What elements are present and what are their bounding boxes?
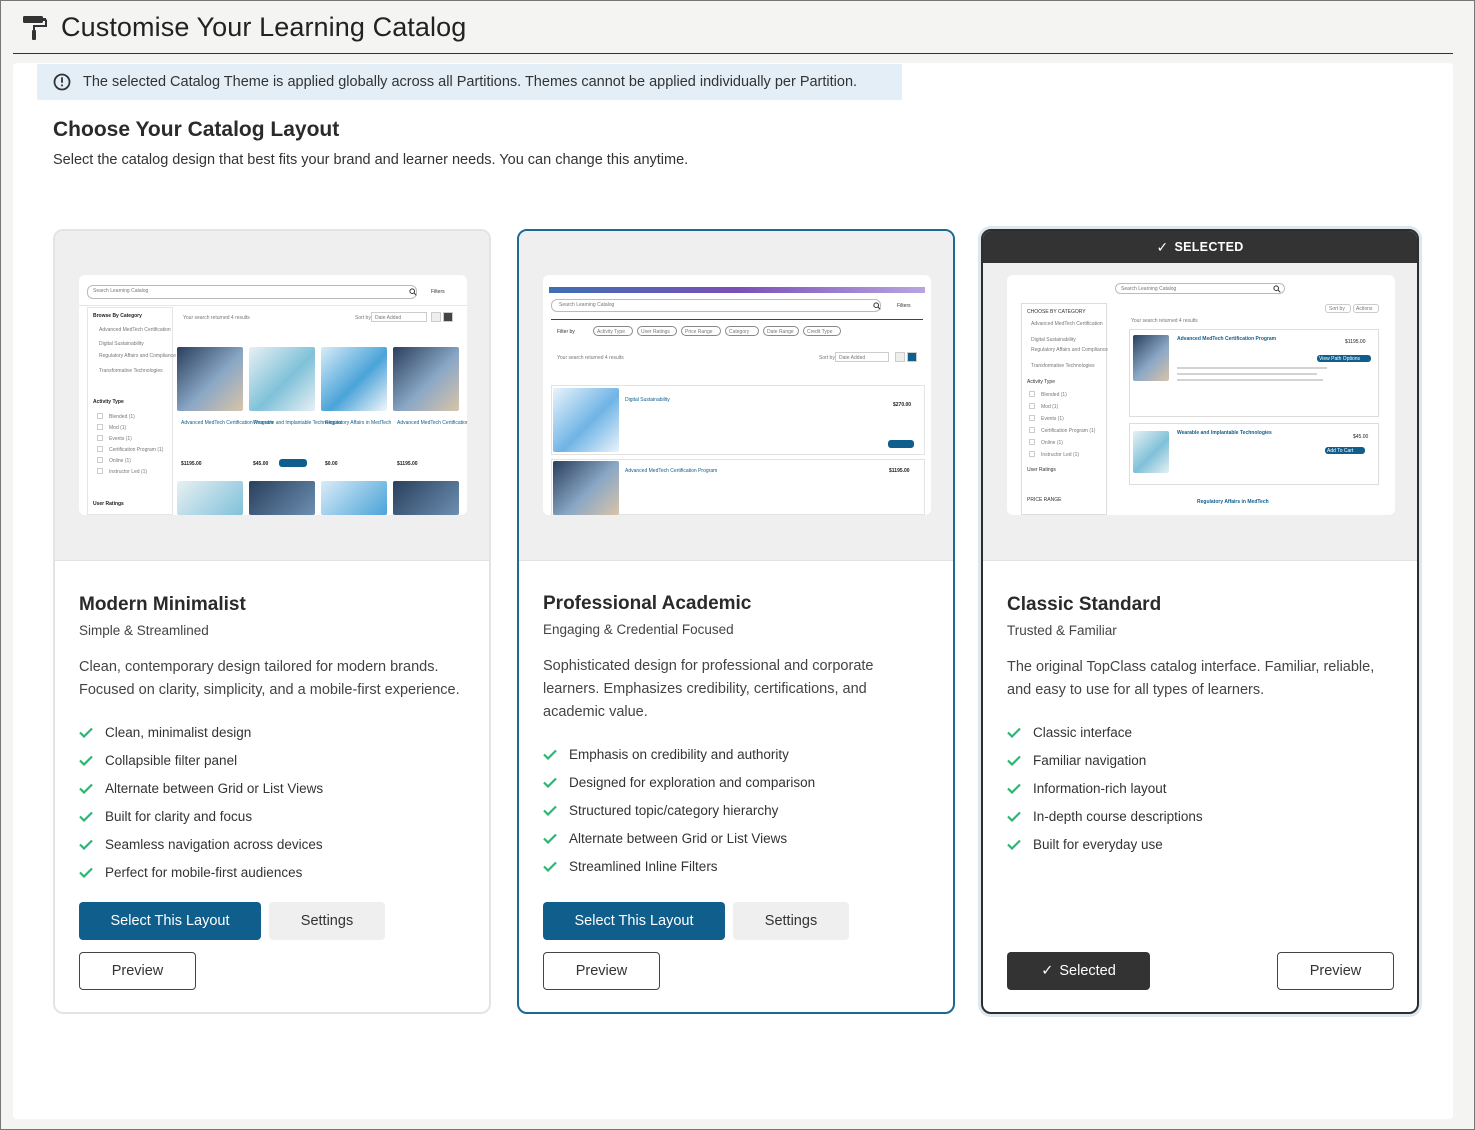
check-icon [79, 727, 93, 738]
card-title: Classic Standard [1007, 594, 1162, 615]
section-title: Choose Your Catalog Layout [53, 118, 340, 141]
check-icon [79, 839, 93, 850]
card-tagline: Engaging & Credential Focused [543, 622, 734, 637]
layout-card-modern-minimalist[interactable]: Search Learning Catalog Filters Browse B… [53, 229, 491, 1014]
feature-item: Structured topic/category hierarchy [543, 796, 815, 824]
check-icon [1007, 839, 1021, 850]
check-icon [543, 833, 557, 844]
card-description: Clean, contemporary design tailored for … [79, 659, 460, 698]
selected-button[interactable]: ✓ Selected [1007, 952, 1150, 990]
check-icon [79, 783, 93, 794]
info-icon [53, 73, 71, 91]
feature-item: Information-rich layout [1007, 774, 1203, 802]
paint-roller-icon [23, 16, 47, 40]
global-theme-notice: The selected Catalog Theme is applied gl… [37, 64, 902, 100]
feature-item: In-depth course descriptions [1007, 802, 1203, 830]
layout-preview-screenshot: Search Learning Catalog Sort by Actions … [1007, 275, 1395, 515]
page-title: Customise Your Learning Catalog [61, 11, 467, 42]
check-icon [543, 861, 557, 872]
feature-item: Built for everyday use [1007, 830, 1203, 858]
check-icon [1007, 811, 1021, 822]
select-layout-button[interactable]: Select This Layout [543, 902, 725, 940]
feature-item: Streamlined Inline Filters [543, 852, 815, 880]
preview-button[interactable]: Preview [543, 952, 660, 990]
feature-item: Classic interface [1007, 718, 1203, 746]
feature-item: Built for clarity and focus [79, 802, 323, 830]
preview-button[interactable]: Preview [79, 952, 196, 990]
feature-item: Clean, minimalist design [79, 718, 323, 746]
check-icon [1007, 755, 1021, 766]
layout-preview-area: Search Learning Catalog Sort by Actions … [983, 263, 1417, 561]
feature-item: Alternate between Grid or List Views [79, 774, 323, 802]
check-icon: ✓ [1041, 963, 1054, 979]
card-tagline: Simple & Streamlined [79, 623, 209, 638]
feature-item: Alternate between Grid or List Views [543, 824, 815, 852]
check-icon [543, 777, 557, 788]
main-panel: The selected Catalog Theme is applied gl… [13, 63, 1453, 1119]
layout-preview-area: Search Learning Catalog Filters Browse B… [55, 231, 489, 561]
card-description: The original TopClass catalog interface.… [1007, 659, 1375, 698]
check-icon [79, 755, 93, 766]
check-icon [1007, 727, 1021, 738]
check-icon [1007, 783, 1021, 794]
layout-preview-screenshot: Search Learning Catalog Filters Filter b… [543, 275, 931, 515]
feature-list: Classic interface Familiar navigation In… [1007, 718, 1203, 858]
feature-item: Emphasis on credibility and authority [543, 740, 815, 768]
settings-button[interactable]: Settings [269, 902, 385, 940]
notice-text: The selected Catalog Theme is applied gl… [83, 74, 858, 90]
card-description: Sophisticated design for professional an… [543, 658, 874, 720]
page-header: Customise Your Learning Catalog [13, 1, 1453, 54]
selected-banner: ✓ SELECTED [983, 231, 1417, 263]
check-icon [79, 811, 93, 822]
card-title: Professional Academic [543, 593, 752, 614]
layout-preview-area: Search Learning Catalog Filters Filter b… [519, 231, 953, 561]
feature-list: Clean, minimalist design Collapsible fil… [79, 718, 323, 886]
feature-item: Designed for exploration and comparison [543, 768, 815, 796]
preview-button[interactable]: Preview [1277, 952, 1394, 990]
card-tagline: Trusted & Familiar [1007, 623, 1117, 638]
feature-list: Emphasis on credibility and authority De… [543, 740, 815, 880]
settings-button[interactable]: Settings [733, 902, 849, 940]
feature-item: Perfect for mobile-first audiences [79, 858, 323, 886]
feature-item: Collapsible filter panel [79, 746, 323, 774]
check-icon [543, 805, 557, 816]
feature-item: Familiar navigation [1007, 746, 1203, 774]
section-subtitle: Select the catalog design that best fits… [53, 152, 689, 168]
layout-preview-screenshot: Search Learning Catalog Filters Browse B… [79, 275, 467, 515]
check-icon: ✓ [1156, 238, 1169, 255]
select-layout-button[interactable]: Select This Layout [79, 902, 261, 940]
card-title: Modern Minimalist [79, 594, 246, 615]
check-icon [543, 749, 557, 760]
layout-card-classic-standard[interactable]: ✓ SELECTED Search Learning Catalog Sort … [981, 229, 1419, 1014]
feature-item: Seamless navigation across devices [79, 830, 323, 858]
check-icon [79, 867, 93, 878]
layout-card-professional-academic[interactable]: Search Learning Catalog Filters Filter b… [517, 229, 955, 1014]
